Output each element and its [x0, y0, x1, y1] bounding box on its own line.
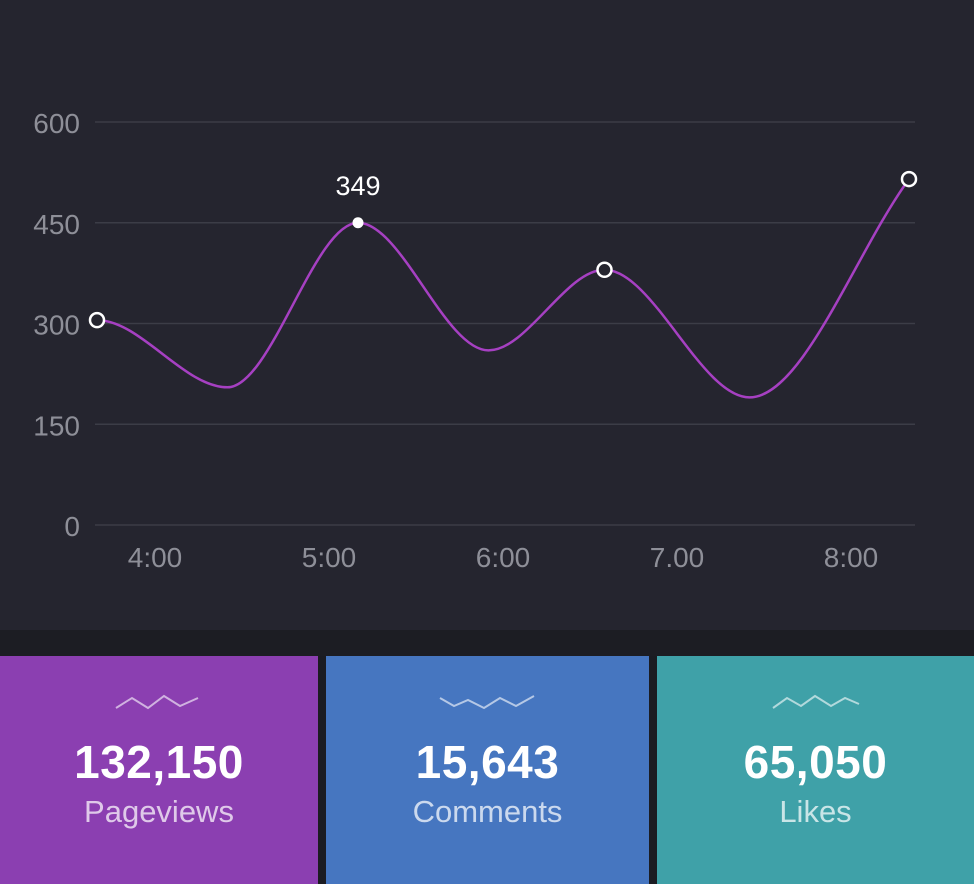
stat-label: Comments — [412, 794, 563, 829]
y-tick-label: 300 — [33, 310, 80, 341]
chart-panel: 0 150 300 450 600 4:00 5:00 6:00 7.00 8:00 349 — [0, 0, 974, 630]
stat-label: Likes — [779, 794, 852, 829]
stat-label: Pageviews — [84, 794, 234, 829]
x-tick-label: 4:00 — [128, 542, 183, 573]
trend-line-icon — [439, 695, 534, 710]
divider — [0, 630, 974, 656]
y-tick-label: 0 — [64, 511, 80, 542]
data-point-marker — [88, 311, 106, 329]
x-tick-label: 5:00 — [302, 542, 357, 573]
stat-value: 65,050 — [743, 736, 888, 788]
data-point-marker — [596, 261, 613, 279]
x-tick-label: 6:00 — [476, 542, 531, 573]
stat-card-comments[interactable]: 15,643 Comments — [326, 656, 649, 884]
x-tick-label: 8:00 — [824, 542, 879, 573]
y-tick-label: 150 — [33, 410, 80, 441]
trend-line-icon — [771, 694, 859, 709]
line-chart: 0 150 300 450 600 4:00 5:00 6:00 7.00 8:00 349 — [33, 108, 918, 573]
trend-line-icon — [115, 694, 199, 710]
series-line — [96, 178, 911, 399]
data-point-marker — [900, 170, 918, 188]
stat-card-pageviews[interactable]: 132,150 Pageviews — [0, 656, 318, 884]
stat-card-likes[interactable]: 65,050 Likes — [657, 656, 974, 884]
data-point-marker — [352, 217, 364, 229]
y-tick-label: 450 — [33, 209, 80, 240]
data-label: 349 — [335, 171, 380, 201]
y-tick-label: 600 — [33, 108, 80, 139]
x-tick-label: 7.00 — [650, 542, 705, 573]
stat-value: 15,643 — [415, 736, 560, 788]
stat-value: 132,150 — [74, 736, 244, 788]
